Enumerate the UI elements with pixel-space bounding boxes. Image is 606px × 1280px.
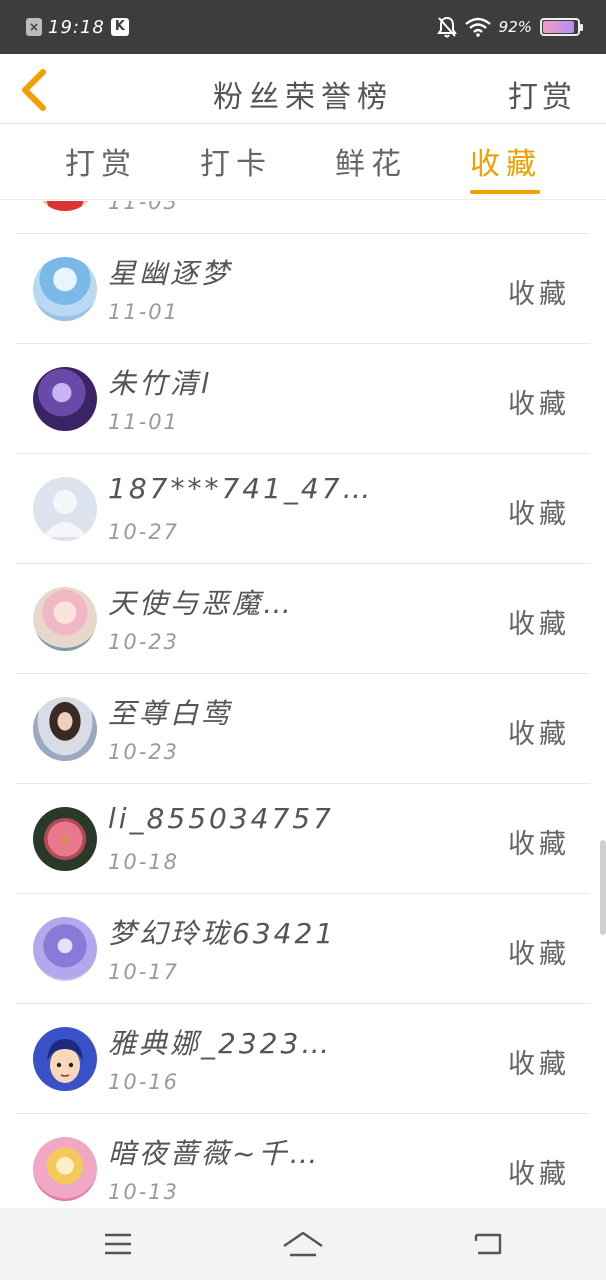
header: 粉丝荣誉榜 打赏 xyxy=(0,54,606,124)
user-date: 11-03 xyxy=(108,201,180,214)
user-date: 10-18 xyxy=(108,850,180,874)
user-avatar-partial xyxy=(33,201,97,211)
tab-flowers[interactable]: 鲜花 xyxy=(326,139,416,183)
user-date: 10-23 xyxy=(108,740,180,764)
anime-purple-avatar xyxy=(33,367,97,431)
user-name: li_855034757 xyxy=(108,802,334,835)
scrollbar[interactable] xyxy=(600,840,606,935)
flower-avatar xyxy=(33,807,97,871)
user-date: 10-23 xyxy=(108,630,180,654)
user-name: 暗夜蔷薇~千… xyxy=(108,1137,321,1170)
cartoon-girl-avatar xyxy=(33,1027,97,1091)
favorite-label: 收藏 xyxy=(508,609,570,640)
person-silhouette-icon xyxy=(43,490,87,537)
anime-violet-avatar xyxy=(33,917,97,981)
girl-photo-avatar xyxy=(33,697,97,761)
tab-reward[interactable]: 打赏 xyxy=(56,139,146,183)
anime-pink-avatar xyxy=(33,587,97,651)
back-nav-icon xyxy=(474,1233,502,1255)
list-item[interactable]: li_855034757 10-18 收藏 xyxy=(16,784,590,894)
user-date: 10-16 xyxy=(108,1070,180,1094)
anime-girl-blue-avatar xyxy=(33,257,97,321)
favorite-label: 收藏 xyxy=(508,279,570,310)
status-time: 19:18 xyxy=(48,16,105,38)
menu-icon xyxy=(105,1233,131,1255)
battery-fill xyxy=(543,21,575,33)
user-date: 11-01 xyxy=(108,410,180,434)
battery-icon xyxy=(540,18,583,36)
notification-x-icon: × xyxy=(26,18,42,36)
user-name: 187***741_47… xyxy=(108,472,374,505)
default-user-avatar xyxy=(33,477,97,541)
favorite-label: 收藏 xyxy=(508,1159,570,1190)
user-date: 11-01 xyxy=(108,300,180,324)
reward-button[interactable]: 打赏 xyxy=(508,72,576,116)
list-item[interactable]: 11-03 xyxy=(16,201,590,234)
list-item[interactable]: 天使与恶魔… 10-23 收藏 xyxy=(16,564,590,674)
bell-off-icon xyxy=(436,16,457,38)
back-nav-button[interactable] xyxy=(458,1226,518,1262)
user-date: 10-27 xyxy=(108,520,180,544)
list-item[interactable]: 朱竹清l 11-01 收藏 xyxy=(16,344,590,454)
favorite-label: 收藏 xyxy=(508,719,570,750)
user-name: 天使与恶魔… xyxy=(108,587,295,620)
anime-rose-avatar xyxy=(33,1137,97,1201)
user-date: 10-13 xyxy=(108,1180,180,1204)
list-item[interactable]: 暗夜蔷薇~千… 10-13 收藏 xyxy=(16,1114,590,1208)
battery-percent: 92% xyxy=(498,18,532,36)
list-item[interactable]: 雅典娜_2323… 10-16 收藏 xyxy=(16,1004,590,1114)
favorite-label: 收藏 xyxy=(508,1049,570,1080)
favorite-label: 收藏 xyxy=(508,829,570,860)
status-left: × 19:18 K xyxy=(26,14,129,40)
favorite-label: 收藏 xyxy=(508,939,570,970)
home-icon xyxy=(283,1231,323,1257)
favorite-label: 收藏 xyxy=(508,389,570,420)
cartoon-face-icon xyxy=(47,1039,83,1083)
app-k-icon: K xyxy=(110,18,129,36)
user-name: 朱竹清l xyxy=(108,367,212,400)
status-right: 92% xyxy=(436,14,583,40)
favorite-label: 收藏 xyxy=(508,499,570,530)
system-nav-bar xyxy=(0,1208,606,1280)
active-tab-indicator xyxy=(470,190,540,194)
menu-button[interactable] xyxy=(88,1226,148,1262)
status-bar: × 19:18 K 92% xyxy=(0,0,606,54)
list-item[interactable]: 187***741_47… 10-27 收藏 xyxy=(16,454,590,564)
wifi-icon xyxy=(464,17,491,37)
tab-bar: 打赏 打卡 鲜花 收藏 xyxy=(0,125,606,200)
list-item[interactable]: 至尊白莺 10-23 收藏 xyxy=(16,674,590,784)
list-item[interactable]: 星幽逐梦 11-01 收藏 xyxy=(16,234,590,344)
user-name: 梦幻玲珑63421 xyxy=(108,917,337,950)
home-button[interactable] xyxy=(273,1226,333,1262)
tab-favorites[interactable]: 收藏 xyxy=(461,139,551,183)
list-item[interactable]: 梦幻玲珑63421 10-17 收藏 xyxy=(16,894,590,1004)
user-name: 至尊白莺 xyxy=(108,697,233,730)
user-date: 10-17 xyxy=(108,960,180,984)
user-name: 星幽逐梦 xyxy=(108,257,233,290)
tab-checkin[interactable]: 打卡 xyxy=(191,139,281,183)
fan-list[interactable]: 11-03 星幽逐梦 11-01 收藏 朱竹清l 11-01 收藏 187***… xyxy=(0,201,606,1208)
user-name: 雅典娜_2323… xyxy=(108,1027,333,1060)
